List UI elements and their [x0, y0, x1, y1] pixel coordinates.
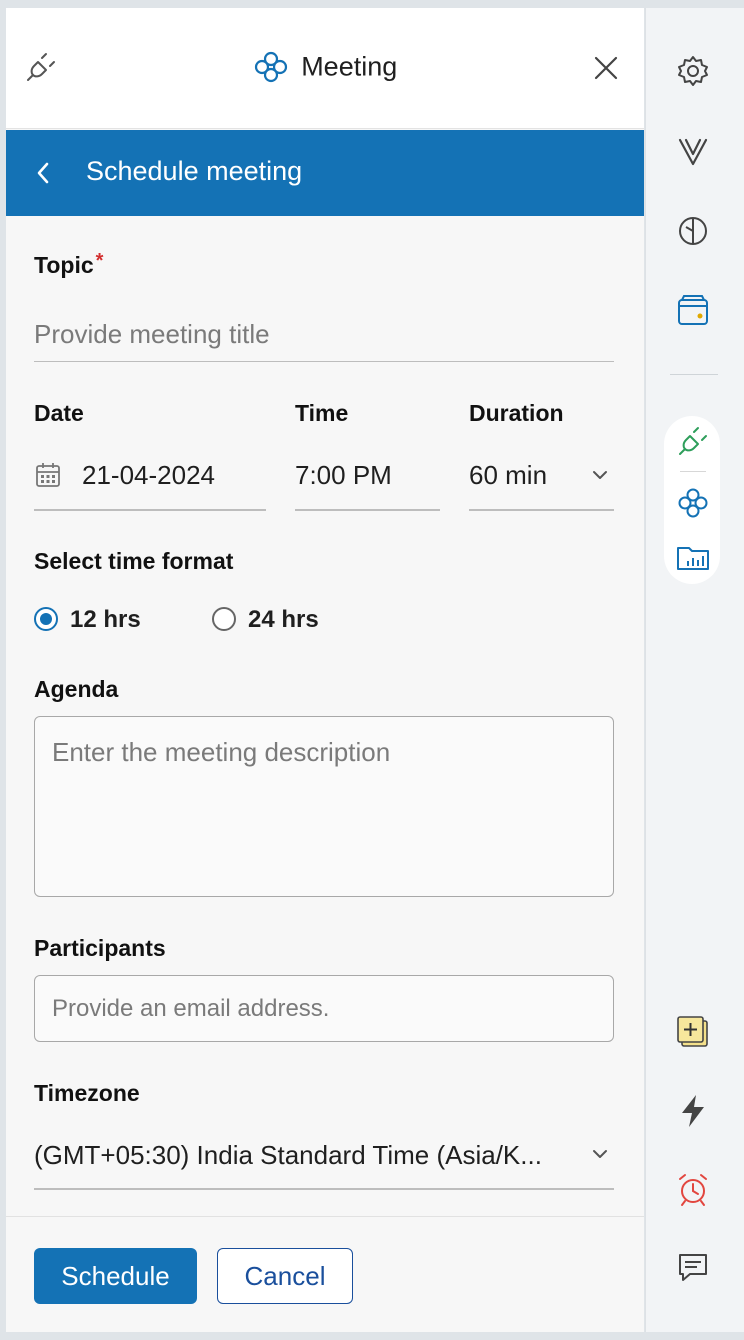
right-rail	[645, 8, 744, 1332]
chat-icon[interactable]	[674, 1248, 712, 1286]
required-mark: *	[95, 250, 104, 272]
agenda-textarea[interactable]	[34, 716, 614, 897]
time-underline	[295, 509, 440, 511]
schedule-title: Schedule meeting	[86, 156, 303, 186]
time-label: Time	[295, 400, 349, 426]
date-label: Date	[34, 400, 84, 426]
wallet-icon[interactable]	[674, 292, 712, 330]
radio-24hrs-label[interactable]: 24 hrs	[248, 606, 319, 634]
plug-icon[interactable]	[674, 422, 712, 460]
meeting-logo-icon[interactable]	[674, 484, 712, 522]
duration-underline	[469, 509, 614, 511]
timezone-select[interactable]: (GMT+05:30) India Standard Time (Asia/K.…	[34, 1140, 574, 1171]
header-title-group: Meeting	[6, 50, 644, 84]
bolt-icon[interactable]	[674, 1092, 712, 1130]
duration-select[interactable]: 60 min	[469, 460, 547, 491]
time-field[interactable]: 7:00 PM	[295, 460, 392, 491]
alarm-clock-icon[interactable]	[674, 1170, 712, 1208]
clock-split-icon[interactable]	[674, 212, 712, 250]
chevron-down-icon[interactable]	[591, 1147, 609, 1161]
participants-input[interactable]	[34, 975, 614, 1042]
chevron-left-icon[interactable]	[31, 158, 55, 188]
radio-12hrs[interactable]	[34, 607, 58, 631]
radio-24hrs[interactable]	[212, 607, 236, 631]
meeting-logo-icon	[254, 51, 287, 83]
timezone-label: Timezone	[34, 1080, 140, 1106]
folder-chart-icon[interactable]	[674, 538, 712, 576]
calendar-icon[interactable]	[34, 461, 62, 489]
timezone-underline	[34, 1188, 614, 1190]
radio-12hrs-label[interactable]: 12 hrs	[70, 606, 141, 634]
meeting-panel: Meeting Schedule meeting Topic* Date Tim…	[6, 8, 644, 1332]
duration-label: Duration	[469, 400, 564, 426]
participants-label: Participants	[34, 935, 166, 961]
topic-label: Topic *	[34, 250, 104, 279]
header-title: Meeting	[301, 51, 398, 82]
rail-divider	[670, 374, 718, 375]
cancel-button[interactable]: Cancel	[217, 1248, 353, 1304]
schedule-header: Schedule meeting	[6, 130, 644, 216]
panel-header: Meeting	[6, 8, 644, 129]
agenda-label: Agenda	[34, 676, 119, 702]
sticky-note-add-icon[interactable]	[674, 1012, 712, 1050]
time-format-label: Select time format	[34, 548, 234, 574]
rail-group-divider	[680, 471, 706, 472]
date-underline	[34, 509, 266, 511]
gear-icon[interactable]	[674, 52, 712, 90]
schedule-button[interactable]: Schedule	[34, 1248, 197, 1304]
date-field[interactable]: 21-04-2024	[82, 460, 215, 491]
topic-input[interactable]	[34, 308, 614, 362]
close-icon[interactable]	[591, 53, 621, 83]
chevron-down-icon[interactable]	[591, 468, 609, 482]
vault-icon[interactable]	[674, 132, 712, 170]
topic-label-text: Topic	[34, 252, 94, 278]
footer-divider	[6, 1216, 644, 1217]
